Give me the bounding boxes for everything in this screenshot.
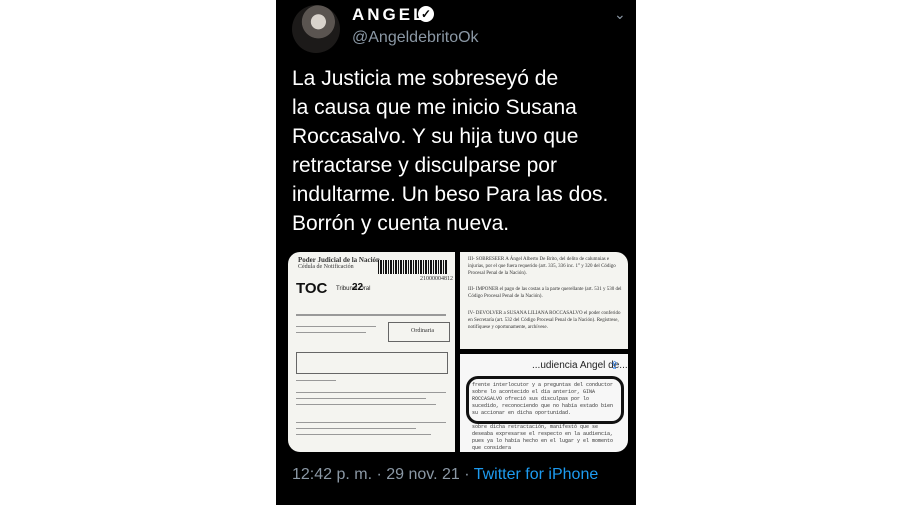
doc-subheader: Cédula de Notificación (298, 264, 354, 270)
text-line (296, 380, 336, 381)
divider (296, 314, 446, 316)
text-line (296, 392, 446, 393)
stamp-text: Ordinaria (411, 328, 434, 334)
text-line (296, 332, 366, 333)
resolution-para-3: IV- DEVOLVER a SUSANA LILIANA ROCCASALVO… (468, 311, 621, 330)
text-line (296, 326, 376, 327)
chevron-down-icon[interactable]: ⌄ (614, 6, 626, 23)
tweet-meta: 12:42 p. m. · 29 nov. 21 · Twitter for i… (292, 466, 598, 484)
text-line (296, 398, 426, 399)
resolution-para-2: III- IMPONER el pago de las costas a la … (468, 287, 622, 299)
avatar[interactable] (292, 5, 340, 53)
text-line (296, 434, 431, 435)
address-box (296, 352, 448, 374)
share-icon: ⇪ (610, 360, 620, 372)
document-image-hearing[interactable]: ...udiencia Angel de... ⇪ frente interlo… (460, 354, 628, 452)
highlighted-quote: frente interlocutor y a preguntas del co… (472, 382, 614, 416)
hearing-text: sobre dicha retractación, manifestó que … (472, 424, 614, 451)
media-grid: Poder Judicial de la Nación Cédula de No… (288, 252, 628, 452)
source-app-link[interactable]: Twitter for iPhone (474, 466, 599, 483)
stamp-box: Ordinaria (388, 322, 450, 342)
display-name[interactable]: ANGEL (352, 5, 427, 25)
barcode-icon (378, 260, 448, 274)
toc-label: TOC (296, 280, 328, 297)
text-line (296, 428, 416, 429)
doc-header: Poder Judicial de la Nación (298, 256, 380, 264)
text-line (296, 422, 446, 423)
document-image-resolution[interactable]: III- SOBRESEER A Ángel Alberto De Brito,… (460, 252, 628, 349)
tweet: ANGEL ✓ @AngeldebritoOk ⌄ La Justicia me… (276, 0, 636, 505)
verified-badge-icon: ✓ (418, 6, 434, 22)
document-image-notification[interactable]: Poder Judicial de la Nación Cédula de No… (288, 252, 455, 452)
barcode-number: 21000004812 (420, 276, 453, 282)
tribunal-number: 22 (352, 282, 364, 293)
timestamp[interactable]: 12:42 p. m. · 29 nov. 21 · (292, 466, 470, 483)
tweet-text: La Justicia me sobreseyó de la causa que… (292, 67, 609, 235)
handle[interactable]: @AngeldebritoOk (352, 29, 479, 47)
resolution-para-1: III- SOBRESEER A Ángel Alberto De Brito,… (468, 257, 616, 276)
text-line (296, 404, 436, 405)
